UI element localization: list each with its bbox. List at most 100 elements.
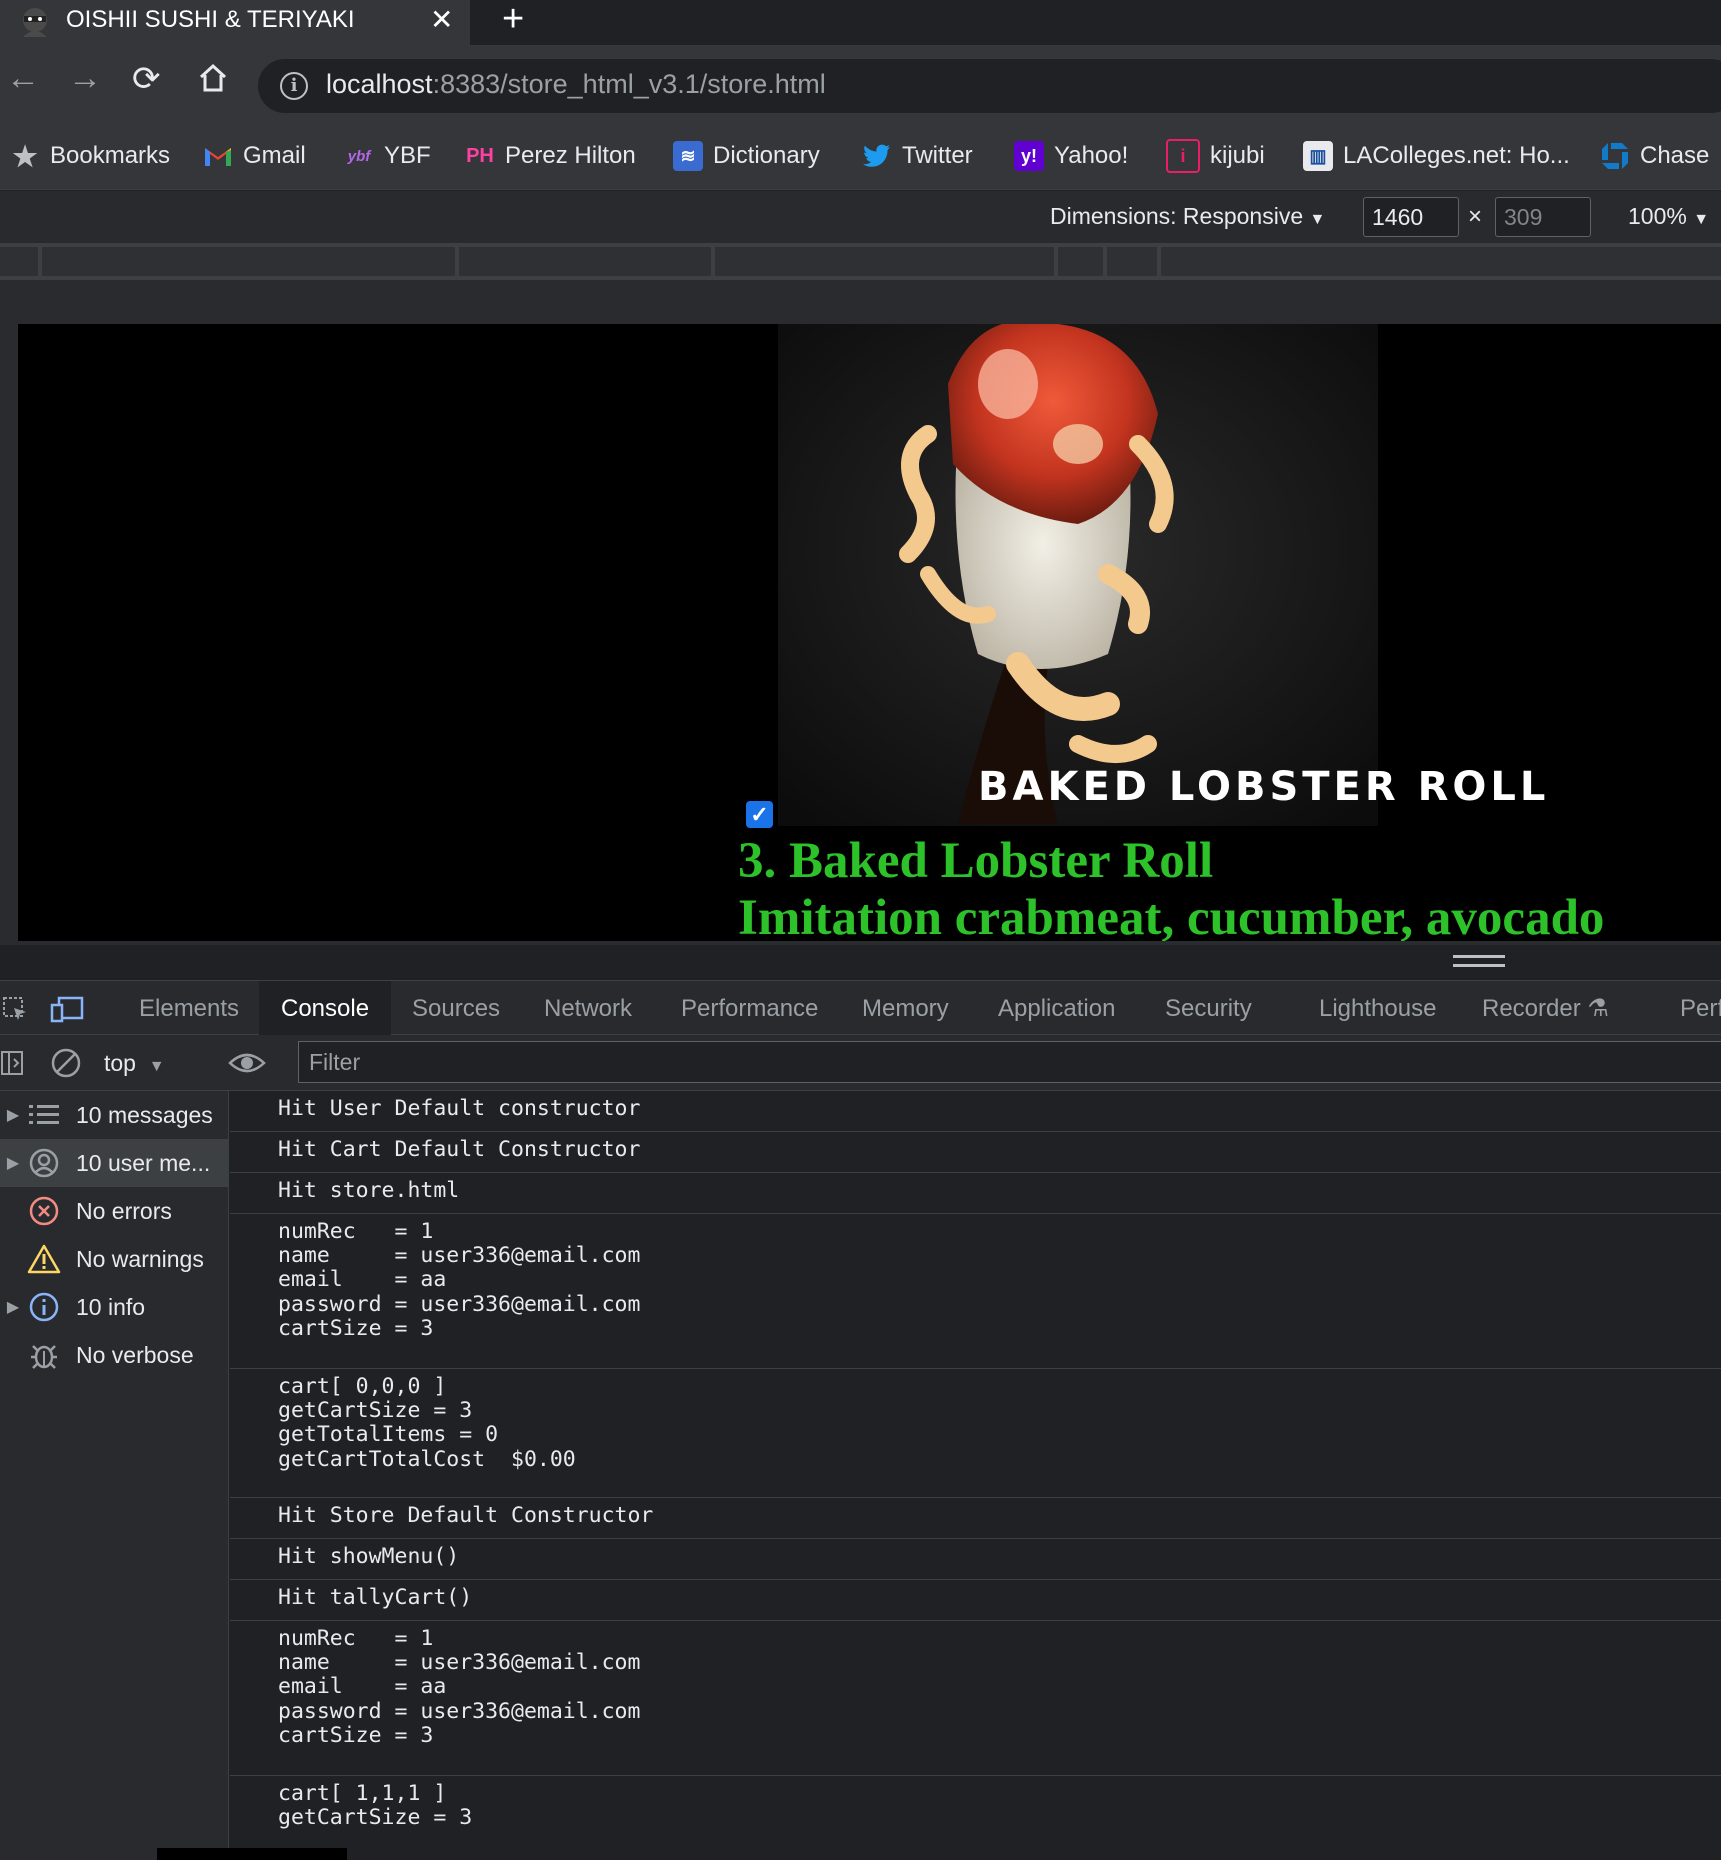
- bookmark-yahoo[interactable]: y! Yahoo!: [1014, 135, 1128, 177]
- browser-tab[interactable]: OISHII SUSHI & TERIYAKI ✕: [0, 0, 470, 45]
- bookmark-dictionary[interactable]: ≋ Dictionary: [673, 135, 820, 177]
- console-toolbar: top ▼ Filter: [0, 1035, 1721, 1091]
- ruler-segment[interactable]: [459, 247, 711, 276]
- console-message[interactable]: Hit store.html: [230, 1173, 1721, 1214]
- bookmark-perez-hilton[interactable]: PH Perez Hilton: [465, 135, 636, 177]
- site-info-icon[interactable]: i: [280, 72, 308, 100]
- width-input[interactable]: 1460: [1363, 197, 1459, 237]
- tab-sources[interactable]: Sources: [390, 981, 522, 1036]
- sidebar-item-messages[interactable]: ▶ 10 messages: [0, 1091, 229, 1139]
- live-expression-eye-icon[interactable]: [228, 1047, 266, 1079]
- device-toolbar: Dimensions: Responsive ▼ 1460 × 309 100%…: [0, 191, 1721, 243]
- tab-close-icon[interactable]: ✕: [430, 3, 453, 36]
- sidebar-toggle-icon[interactable]: [0, 1049, 26, 1077]
- clear-console-icon[interactable]: [50, 1047, 82, 1079]
- console-message-text: Hit Store Default Constructor: [278, 1503, 654, 1528]
- flask-icon: ⚗: [1587, 995, 1609, 1022]
- bookmark-label: Bookmarks: [50, 142, 171, 169]
- sidebar-label: 10 user me...: [76, 1149, 211, 1176]
- sidebar-item-info[interactable]: ▶ 10 info: [0, 1283, 229, 1331]
- url-text[interactable]: localhost:8383/store_html_v3.1/store.htm…: [326, 69, 826, 100]
- tab-title: OISHII SUSHI & TERIYAKI: [66, 6, 355, 33]
- ruler-segment[interactable]: [715, 247, 1054, 276]
- tab-elements[interactable]: Elements: [117, 981, 261, 1036]
- bookmark-label: Gmail: [243, 142, 306, 169]
- console-message-text: Hit store.html: [278, 1178, 460, 1203]
- console-message[interactable]: Hit User Default constructor: [230, 1091, 1721, 1132]
- console-message[interactable]: Hit Cart Default Constructor: [230, 1132, 1721, 1173]
- sidebar-item-warnings[interactable]: No warnings: [0, 1235, 229, 1283]
- ruler-segment[interactable]: [1058, 247, 1103, 276]
- taskbar-fragment: [157, 1848, 347, 1860]
- inspect-element-icon[interactable]: [2, 996, 28, 1022]
- new-tab-button[interactable]: +: [502, 0, 524, 41]
- url-host: localhost: [326, 69, 433, 99]
- ruler-segment[interactable]: [1161, 247, 1721, 276]
- console-message[interactable]: Hit Store Default Constructor: [230, 1498, 1721, 1539]
- expand-arrow-icon[interactable]: ▶: [0, 1297, 26, 1317]
- bookmark-lacolleges[interactable]: ▥ LAColleges.net: Ho...: [1303, 135, 1570, 177]
- device-toggle-icon[interactable]: [50, 995, 84, 1023]
- expand-arrow-icon[interactable]: ▶: [0, 1153, 26, 1173]
- ruler-segment[interactable]: [42, 247, 455, 276]
- console-filter-input[interactable]: Filter: [298, 1041, 1721, 1083]
- twitter-icon: [862, 141, 892, 171]
- bookmark-label: YBF: [384, 142, 431, 169]
- tab-performance[interactable]: Performance: [659, 981, 840, 1036]
- tab-network[interactable]: Network: [522, 981, 654, 1036]
- sidebar-item-user-messages[interactable]: ▶ 10 user me...: [0, 1139, 229, 1187]
- console-message[interactable]: Hit tallyCart(): [230, 1580, 1721, 1621]
- height-input[interactable]: 309: [1495, 197, 1591, 237]
- ruler-segment[interactable]: [0, 247, 38, 276]
- item-checkbox[interactable]: ✓: [746, 801, 773, 828]
- tab-memory[interactable]: Memory: [840, 981, 971, 1036]
- tab-application[interactable]: Application: [976, 981, 1137, 1036]
- back-button[interactable]: ←: [6, 59, 40, 98]
- tab-security[interactable]: Security: [1143, 981, 1274, 1036]
- tab-lighthouse[interactable]: Lighthouse: [1297, 981, 1458, 1036]
- console-message-text: Hit tallyCart(): [278, 1585, 473, 1610]
- tab-performance-insights[interactable]: Perf: [1658, 981, 1721, 1036]
- console-message[interactable]: cart[ 0,0,0 ] getCartSize = 3 getTotalIt…: [230, 1369, 1721, 1498]
- bookmark-twitter[interactable]: Twitter: [862, 135, 973, 177]
- console-message-text: cart[ 0,0,0 ] getCartSize = 3 getTotalIt…: [278, 1374, 576, 1472]
- sidebar-item-errors[interactable]: No errors: [0, 1187, 229, 1235]
- console-message[interactable]: numRec = 1 name = user336@email.com emai…: [230, 1621, 1721, 1776]
- baked-lobster-roll-image: [778, 324, 1378, 826]
- lacolleges-icon: ▥: [1303, 141, 1333, 171]
- bookmark-gmail[interactable]: Gmail: [203, 135, 306, 177]
- zoom-dropdown[interactable]: 100% ▼: [1628, 203, 1709, 230]
- bookmark-bookmarks[interactable]: ★ Bookmarks: [10, 135, 170, 177]
- yahoo-icon: y!: [1014, 141, 1044, 171]
- dropdown-arrow-icon: ▼: [1693, 211, 1710, 228]
- home-button[interactable]: [196, 61, 230, 95]
- zoom-level: 100%: [1628, 203, 1687, 229]
- forward-button[interactable]: →: [68, 59, 102, 98]
- address-bar[interactable]: i localhost:8383/store_html_v3.1/store.h…: [258, 59, 1721, 113]
- dimensions-dropdown[interactable]: Dimensions: Responsive ▼: [1050, 203, 1325, 230]
- expand-arrow-icon[interactable]: ▶: [0, 1105, 26, 1125]
- console-message-text: numRec = 1 name = user336@email.com emai…: [278, 1219, 641, 1341]
- dimensions-label: Dimensions: Responsive: [1050, 203, 1304, 229]
- devtools-resize-handle[interactable]: [1453, 955, 1505, 967]
- bookmark-kijubi[interactable]: i kijubi: [1166, 135, 1265, 177]
- home-icon: [199, 63, 227, 92]
- bookmark-chase[interactable]: Chase: [1600, 135, 1709, 177]
- console-message[interactable]: numRec = 1 name = user336@email.com emai…: [230, 1214, 1721, 1369]
- bookmark-label: Twitter: [902, 142, 973, 169]
- tab-console[interactable]: Console: [259, 981, 392, 1036]
- store-page: BAKED LOBSTER ROLL ✓ 3. Baked Lobster Ro…: [18, 324, 1721, 941]
- context-selector[interactable]: top ▼: [104, 1041, 165, 1085]
- context-label: top: [104, 1050, 136, 1076]
- console-message[interactable]: Hit showMenu(): [230, 1539, 1721, 1580]
- sidebar-item-verbose[interactable]: No verbose: [0, 1331, 229, 1379]
- warning-icon: [26, 1241, 62, 1277]
- error-icon: [26, 1193, 62, 1229]
- console-message[interactable]: cart[ 1,1,1 ] getCartSize = 3: [230, 1776, 1721, 1860]
- ruler-segment[interactable]: [1107, 247, 1157, 276]
- menu-item-title: 3. Baked Lobster Roll: [738, 833, 1214, 889]
- reload-button[interactable]: ⟳: [132, 59, 161, 99]
- tab-recorder[interactable]: Recorder ⚗: [1460, 981, 1631, 1036]
- bookmark-ybf[interactable]: ybf YBF: [344, 135, 431, 177]
- console-message-text: numRec = 1 name = user336@email.com emai…: [278, 1626, 641, 1748]
